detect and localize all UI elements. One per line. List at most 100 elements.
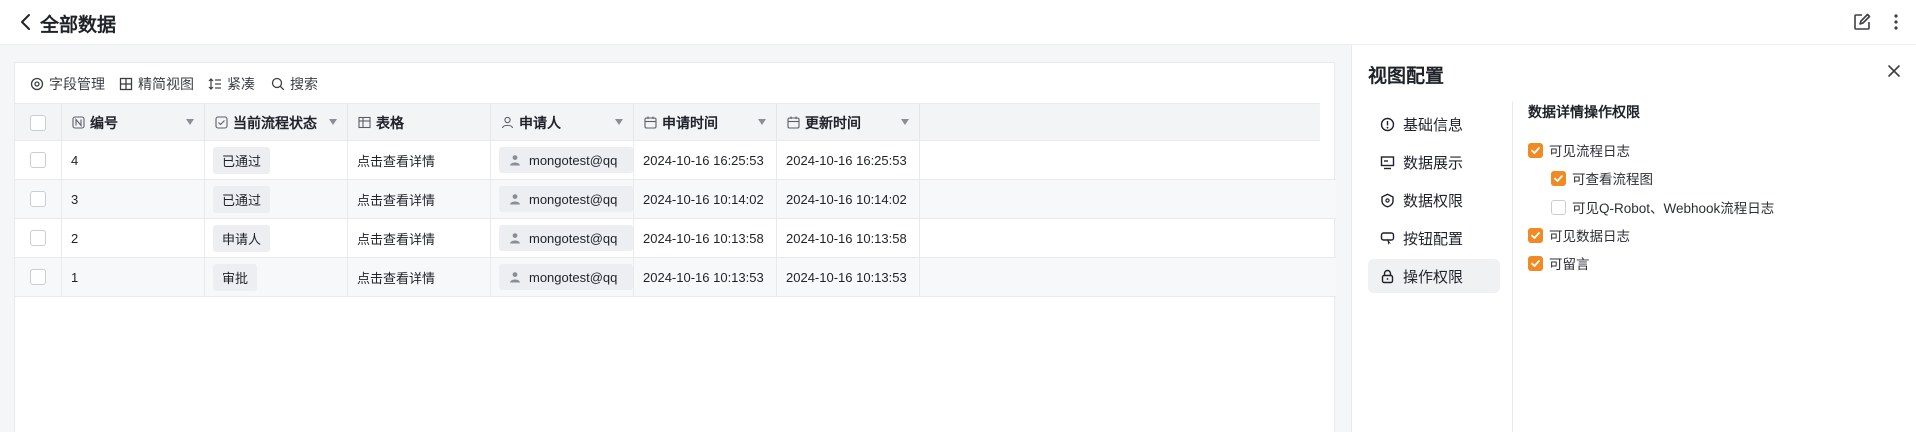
lock-icon bbox=[1381, 269, 1394, 283]
select-all-cell bbox=[15, 104, 62, 141]
user-icon bbox=[510, 155, 520, 166]
data-table-card: 字段管理 精简视图 紧凑 搜索 编号 当前流程状态 表格 申请人 申请时间 更新… bbox=[14, 62, 1336, 432]
view-detail-link[interactable]: 点击查看详情 bbox=[348, 180, 491, 218]
panel-title: 视图配置 bbox=[1368, 66, 1445, 87]
status-field-icon bbox=[215, 116, 228, 129]
applicant-name: mongotest@qq bbox=[529, 191, 618, 207]
row-checkbox[interactable] bbox=[30, 152, 46, 168]
compact-label: 紧凑 bbox=[227, 76, 255, 92]
page-title: 全部数据 bbox=[40, 15, 117, 36]
column-header-id[interactable]: 编号 bbox=[62, 104, 205, 141]
table-toolbar: 字段管理 精简视图 紧凑 搜索 bbox=[15, 63, 1334, 103]
checkbox-checked[interactable] bbox=[1528, 255, 1543, 271]
menu-item-button-config[interactable]: 按钮配置 bbox=[1368, 221, 1500, 255]
table-field-icon bbox=[358, 116, 371, 129]
checkmark-icon bbox=[1531, 231, 1540, 239]
view-config-panel: 视图配置 基础信息 数据展示 数据权限 按钮配置 操作权限 数据详情操作权限 可… bbox=[1351, 45, 1916, 432]
status-cell: 审批 bbox=[205, 258, 348, 296]
update-time-cell: 2024-10-16 10:13:58 bbox=[777, 219, 920, 257]
simple-view-button[interactable]: 精简视图 bbox=[119, 74, 194, 94]
more-vertical-icon[interactable] bbox=[1886, 12, 1906, 32]
sort-caret-icon[interactable] bbox=[329, 119, 337, 125]
applicant-cell: mongotest@qq bbox=[491, 219, 634, 257]
sort-caret-icon[interactable] bbox=[615, 119, 623, 125]
menu-item-label: 按钮配置 bbox=[1403, 230, 1464, 248]
compact-button[interactable]: 紧凑 bbox=[208, 74, 255, 94]
user-icon bbox=[510, 272, 520, 283]
menu-item-label: 数据权限 bbox=[1403, 192, 1464, 210]
option-can-comment[interactable]: 可留言 bbox=[1528, 253, 1590, 273]
applicant-cell: mongotest@qq bbox=[491, 180, 634, 218]
option-visible-data-log[interactable]: 可见数据日志 bbox=[1528, 225, 1630, 245]
menu-item-data-display[interactable]: 数据展示 bbox=[1368, 145, 1500, 179]
search-label: 搜索 bbox=[290, 76, 318, 92]
sort-caret-icon[interactable] bbox=[901, 119, 909, 125]
menu-item-label: 操作权限 bbox=[1403, 268, 1464, 286]
menu-item-basic-info[interactable]: 基础信息 bbox=[1368, 107, 1500, 141]
checkbox-checked[interactable] bbox=[1551, 170, 1566, 186]
view-detail-link[interactable]: 点击查看详情 bbox=[348, 141, 491, 179]
column-header-table[interactable]: 表格 bbox=[348, 104, 491, 141]
option-visible-robot-webhook-log[interactable]: 可见Q-Robot、Webhook流程日志 bbox=[1551, 197, 1774, 217]
menu-item-operation-permission[interactable]: 操作权限 bbox=[1368, 259, 1500, 293]
edit-icon[interactable] bbox=[1852, 12, 1872, 32]
row-select-cell bbox=[15, 141, 62, 179]
id-cell: 3 bbox=[62, 180, 205, 218]
sort-caret-icon[interactable] bbox=[758, 119, 766, 125]
column-header-applicant[interactable]: 申请人 bbox=[491, 104, 634, 141]
option-label: 可见流程日志 bbox=[1549, 144, 1630, 159]
checkbox-checked[interactable] bbox=[1528, 142, 1543, 158]
field-manage-button[interactable]: 字段管理 bbox=[30, 74, 105, 94]
number-field-icon bbox=[72, 116, 85, 129]
column-header-update-time[interactable]: 更新时间 bbox=[777, 104, 920, 141]
option-label: 可见Q-Robot、Webhook流程日志 bbox=[1572, 201, 1775, 216]
search-button[interactable]: 搜索 bbox=[271, 74, 318, 94]
user-icon bbox=[510, 194, 520, 205]
display-icon bbox=[1380, 155, 1395, 169]
user-chip[interactable]: mongotest@qq bbox=[499, 186, 633, 212]
checkbox-checked[interactable] bbox=[1528, 227, 1543, 243]
column-header-status[interactable]: 当前流程状态 bbox=[205, 104, 348, 141]
select-all-checkbox[interactable] bbox=[30, 114, 46, 131]
table-row[interactable]: 3 已通过 点击查看详情 mongotest@qq 2024-10-16 10:… bbox=[15, 180, 1336, 219]
column-header-apply-time[interactable]: 申请时间 bbox=[634, 104, 777, 141]
menu-item-label: 基础信息 bbox=[1403, 116, 1464, 134]
field-manage-label: 字段管理 bbox=[49, 76, 105, 92]
menu-item-data-permission[interactable]: 数据权限 bbox=[1368, 183, 1500, 217]
update-time-cell: 2024-10-16 10:14:02 bbox=[777, 180, 920, 218]
user-chip[interactable]: mongotest@qq bbox=[499, 264, 633, 290]
view-detail-link[interactable]: 点击查看详情 bbox=[348, 258, 491, 296]
row-checkbox[interactable] bbox=[30, 230, 46, 246]
sort-caret-icon[interactable] bbox=[186, 119, 194, 125]
user-field-icon bbox=[501, 116, 514, 129]
applicant-name: mongotest@qq bbox=[529, 269, 618, 285]
applicant-name: mongotest@qq bbox=[529, 152, 618, 168]
checkbox-unchecked[interactable] bbox=[1551, 199, 1566, 215]
table-row[interactable]: 4 已通过 点击查看详情 mongotest@qq 2024-10-16 16:… bbox=[15, 141, 1336, 180]
row-checkbox[interactable] bbox=[30, 269, 46, 285]
applicant-cell: mongotest@qq bbox=[491, 141, 634, 179]
option-view-flowchart[interactable]: 可查看流程图 bbox=[1551, 168, 1653, 188]
apply-time-cell: 2024-10-16 10:13:58 bbox=[634, 219, 777, 257]
view-detail-link[interactable]: 点击查看详情 bbox=[348, 219, 491, 257]
option-label: 可留言 bbox=[1549, 257, 1590, 272]
back-arrow-icon[interactable] bbox=[16, 11, 36, 33]
user-chip[interactable]: mongotest@qq bbox=[499, 225, 633, 251]
close-icon[interactable] bbox=[1886, 63, 1902, 79]
status-tag: 已通过 bbox=[213, 146, 271, 174]
settings-icon bbox=[30, 77, 44, 91]
user-chip[interactable]: mongotest@qq bbox=[499, 147, 633, 173]
table-row[interactable]: 2 申请人 点击查看详情 mongotest@qq 2024-10-16 10:… bbox=[15, 219, 1336, 258]
option-visible-flow-log[interactable]: 可见流程日志 bbox=[1528, 140, 1630, 160]
info-icon bbox=[1380, 117, 1395, 131]
row-height-icon bbox=[208, 78, 221, 90]
status-cell: 已通过 bbox=[205, 141, 348, 179]
checkmark-icon bbox=[1531, 259, 1540, 267]
id-cell: 2 bbox=[62, 219, 205, 257]
row-checkbox[interactable] bbox=[30, 191, 46, 207]
user-icon bbox=[510, 233, 520, 244]
shield-icon bbox=[1381, 193, 1394, 207]
id-cell: 1 bbox=[62, 258, 205, 296]
table-row[interactable]: 1 审批 点击查看详情 mongotest@qq 2024-10-16 10:1… bbox=[15, 258, 1336, 297]
row-select-cell bbox=[15, 180, 62, 218]
